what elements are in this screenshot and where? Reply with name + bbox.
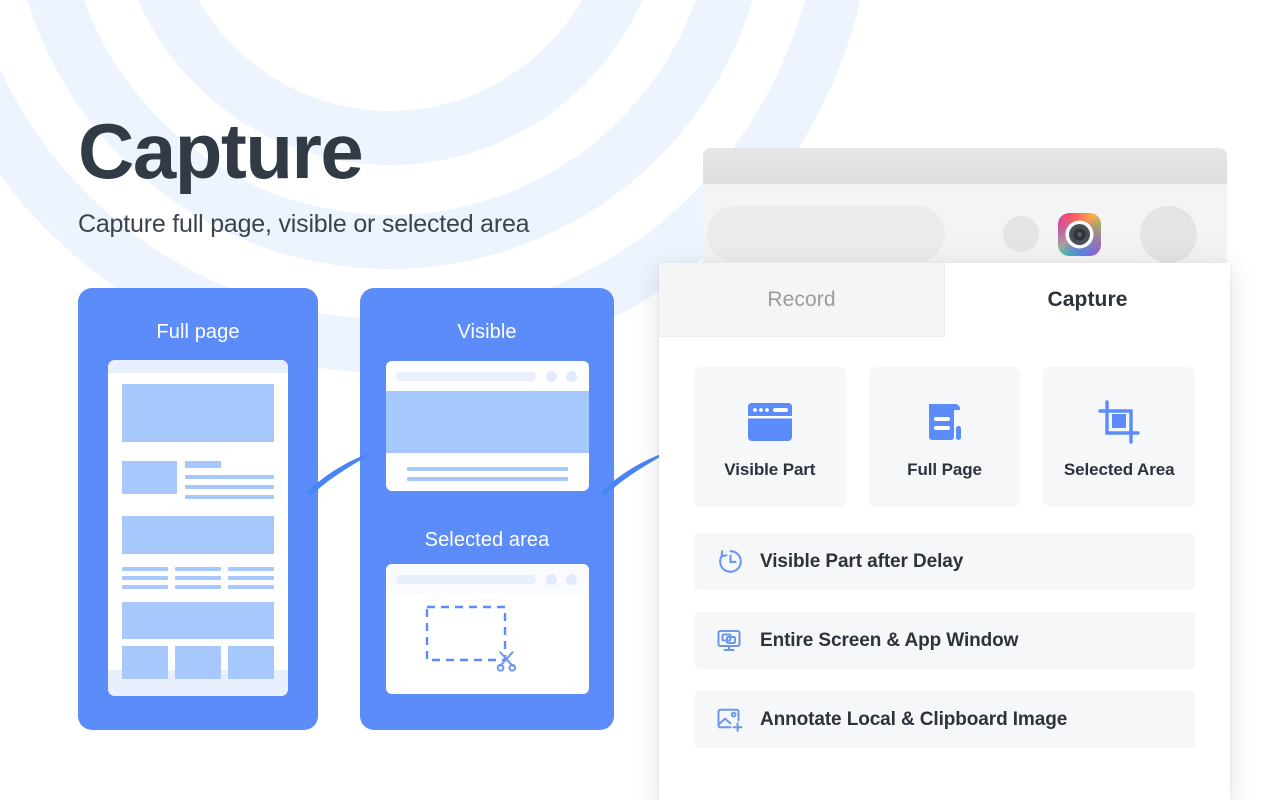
page-title: Capture (78, 107, 364, 195)
phone-tile (175, 646, 221, 679)
illustration-card-visible-label: Visible (457, 321, 517, 343)
phone-tile (228, 646, 274, 679)
illustration-card-full-page-label: Full page (156, 321, 240, 343)
list-item-annotate-local-clipboard-image[interactable]: Annotate Local & Clipboard Image (694, 691, 1195, 748)
popup-tabs: Record Capture (659, 263, 1230, 337)
tab-capture[interactable]: Capture (945, 263, 1230, 337)
phone-col-line (175, 576, 221, 580)
capture-mode-tiles: Visible Part Full Page Selected Area (694, 367, 1196, 507)
selected-browser-dot (566, 574, 577, 585)
visible-browser-mockup (386, 361, 589, 491)
phone-status-bar (108, 360, 288, 373)
capture-extension-icon[interactable] (1058, 213, 1101, 256)
scroll-document-icon (921, 394, 969, 450)
tile-selected-area-label: Selected Area (1063, 460, 1175, 479)
capture-extension-popup: Record Capture Visible Part Full Page Se… (659, 263, 1230, 800)
phone-col-line (228, 567, 274, 571)
tab-record-label: Record (767, 287, 836, 311)
visible-browser-footer (386, 453, 589, 481)
monitor-windows-icon (716, 627, 744, 655)
phone-thumb (122, 461, 177, 494)
phone-col-line (175, 585, 221, 589)
phone-column (122, 567, 168, 589)
browser-omnibox-placeholder (707, 206, 945, 262)
phone-tiles-row (122, 646, 274, 679)
list-item-entire-screen-app-window-label: Entire Screen & App Window (760, 629, 1019, 651)
visible-browser-line (407, 467, 568, 471)
selection-rectangle-with-scissors (425, 605, 517, 672)
visible-browser-chrome (386, 361, 589, 391)
selected-area-browser-mockup (386, 564, 589, 694)
browser-window-icon (745, 394, 795, 450)
phone-tile (122, 646, 168, 679)
phone-col-line (175, 567, 221, 571)
phone-hero-block (122, 384, 274, 442)
phone-col-line (122, 585, 168, 589)
list-item-visible-part-after-delay-label: Visible Part after Delay (760, 550, 964, 572)
phone-column (175, 567, 221, 589)
phone-page-content (122, 384, 274, 679)
selected-browser-chrome (386, 564, 589, 594)
tile-selected-area[interactable]: Selected Area (1043, 367, 1196, 507)
page-subtitle: Capture full page, visible or selected a… (78, 210, 530, 238)
tab-capture-label: Capture (1047, 288, 1128, 311)
illustration-card-selected-label: Selected area (424, 529, 550, 551)
image-plus-icon (716, 706, 744, 734)
list-item-annotate-local-clipboard-image-label: Annotate Local & Clipboard Image (760, 708, 1068, 730)
scissors-icon (496, 651, 517, 672)
phone-text-line (185, 495, 274, 499)
selected-browser-dot (546, 574, 557, 585)
clock-delay-icon (716, 548, 744, 576)
phone-text-line (185, 485, 274, 489)
browser-toolbar-button[interactable] (1003, 216, 1039, 252)
crop-icon (1094, 394, 1144, 450)
phone-text-col (185, 461, 274, 499)
visible-browser-line (407, 477, 568, 481)
illustration-card-visible-selected: Visible Selected area (360, 288, 614, 730)
popup-body: Visible Part Full Page Selected Area Vis… (659, 337, 1230, 748)
illustration-card-full-page: Full page (78, 288, 318, 730)
phone-media-row (122, 461, 274, 499)
capture-options-list: Visible Part after Delay Entire Screen &… (694, 533, 1195, 748)
phone-col-line (122, 576, 168, 580)
phone-columns-row (122, 567, 274, 589)
phone-col-line (228, 585, 274, 589)
tab-record[interactable]: Record (659, 263, 945, 337)
phone-heading-line (185, 461, 221, 468)
visible-browser-dot (546, 371, 557, 382)
phone-mockup (108, 360, 288, 696)
visible-browser-dot (566, 371, 577, 382)
page-root: Capture Capture full page, visible or se… (0, 0, 1280, 800)
phone-text-line (185, 475, 274, 479)
visible-browser-hero (386, 391, 589, 453)
browser-profile-button[interactable] (1140, 206, 1197, 263)
headline-block: Capture Capture full page, visible or se… (78, 107, 530, 240)
tile-full-page[interactable]: Full Page (868, 367, 1021, 507)
list-item-entire-screen-app-window[interactable]: Entire Screen & App Window (694, 612, 1195, 669)
list-item-visible-part-after-delay[interactable]: Visible Part after Delay (694, 533, 1195, 590)
tile-visible-part[interactable]: Visible Part (694, 367, 846, 507)
selected-browser-urlbar (396, 575, 536, 584)
tile-full-page-label: Full Page (907, 460, 982, 479)
visible-browser-urlbar (396, 372, 536, 381)
phone-column (228, 567, 274, 589)
tile-visible-part-label: Visible Part (724, 460, 816, 479)
phone-secondary-banner (122, 602, 274, 639)
phone-col-line (228, 576, 274, 580)
phone-banner-block (122, 516, 274, 554)
phone-col-line (122, 567, 168, 571)
